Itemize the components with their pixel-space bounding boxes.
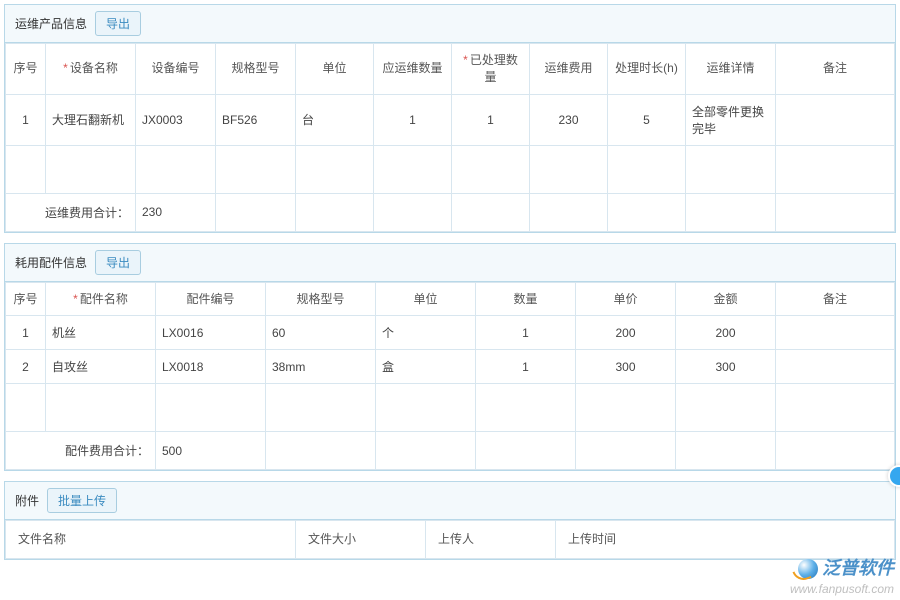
panel-title: 耗用配件信息: [15, 254, 87, 271]
cell-name: 机丝: [46, 316, 156, 350]
cell-remark: [776, 350, 895, 384]
col-unit: 单位: [296, 44, 374, 95]
cell-code: LX0018: [156, 350, 266, 384]
sum-row: 运维费用合计： 230: [6, 193, 895, 231]
table-row: 1 机丝 LX0016 60 个 1 200 200: [6, 316, 895, 350]
col-name: *设备名称: [46, 44, 136, 95]
cell-should: 1: [374, 94, 452, 145]
col-fee: 运维费用: [530, 44, 608, 95]
col-spec: 规格型号: [216, 44, 296, 95]
cell-qty: 1: [476, 350, 576, 384]
sum-value: 230: [136, 193, 216, 231]
cell-detail: 全部零件更换完毕: [686, 94, 776, 145]
bulk-upload-button[interactable]: 批量上传: [47, 488, 117, 513]
cell-remark: [776, 94, 895, 145]
parts-table: 序号 *配件名称 配件编号 规格型号 单位 数量 单价 金额 备注 1 机丝 L…: [5, 282, 895, 471]
col-spec: 规格型号: [266, 282, 376, 316]
col-amount: 金额: [676, 282, 776, 316]
cell-code: JX0003: [136, 94, 216, 145]
col-filename: 文件名称: [6, 521, 296, 559]
col-qty: 数量: [476, 282, 576, 316]
table-row: 1 大理石翻新机 JX0003 BF526 台 1 1 230 5 全部零件更换…: [6, 94, 895, 145]
panel-title: 运维产品信息: [15, 15, 87, 32]
col-code: 配件编号: [156, 282, 266, 316]
cell-name: 自攻丝: [46, 350, 156, 384]
col-code: 设备编号: [136, 44, 216, 95]
parts-panel: 耗用配件信息 导出 序号 *配件名称 配件编号 规格型号 单位 数量 单价 金额…: [4, 243, 896, 472]
panel-title: 附件: [15, 492, 39, 509]
attachment-table: 文件名称 文件大小 上传人 上传时间: [5, 520, 895, 559]
panel-header: 运维产品信息 导出: [5, 5, 895, 43]
col-price: 单价: [576, 282, 676, 316]
col-seq: 序号: [6, 44, 46, 95]
brand-url: www.fanpusoft.com: [790, 582, 894, 596]
maintenance-product-panel: 运维产品信息 导出 序号 *设备名称 设备编号 规格型号 单位 应运维数量 *已…: [4, 4, 896, 233]
sum-label: 配件费用合计：: [6, 432, 156, 470]
col-uploader: 上传人: [426, 521, 556, 559]
col-name: *配件名称: [46, 282, 156, 316]
maintenance-table: 序号 *设备名称 设备编号 规格型号 单位 应运维数量 *已处理数量 运维费用 …: [5, 43, 895, 232]
col-filesize: 文件大小: [296, 521, 426, 559]
sum-row: 配件费用合计： 500: [6, 432, 895, 470]
export-button[interactable]: 导出: [95, 250, 141, 275]
table-header-row: 文件名称 文件大小 上传人 上传时间: [6, 521, 895, 559]
col-hours: 处理时长(h): [608, 44, 686, 95]
col-seq: 序号: [6, 282, 46, 316]
spacer-row: [6, 145, 895, 193]
table-row: 2 自攻丝 LX0018 38mm 盒 1 300 300: [6, 350, 895, 384]
cell-name: 大理石翻新机: [46, 94, 136, 145]
cell-spec: 60: [266, 316, 376, 350]
cell-seq: 2: [6, 350, 46, 384]
cell-done: 1: [452, 94, 530, 145]
sum-label: 运维费用合计：: [6, 193, 136, 231]
cell-seq: 1: [6, 316, 46, 350]
cell-spec: BF526: [216, 94, 296, 145]
cell-amount: 300: [676, 350, 776, 384]
cell-amount: 200: [676, 316, 776, 350]
cell-price: 300: [576, 350, 676, 384]
col-should: 应运维数量: [374, 44, 452, 95]
cell-unit: 个: [376, 316, 476, 350]
col-done: *已处理数量: [452, 44, 530, 95]
cell-hours: 5: [608, 94, 686, 145]
attachment-panel: 附件 批量上传 文件名称 文件大小 上传人 上传时间: [4, 481, 896, 560]
brand-name: 泛普软件: [822, 558, 894, 578]
cell-qty: 1: [476, 316, 576, 350]
export-button[interactable]: 导出: [95, 11, 141, 36]
globe-icon: [798, 559, 818, 579]
table-header-row: 序号 *设备名称 设备编号 规格型号 单位 应运维数量 *已处理数量 运维费用 …: [6, 44, 895, 95]
cell-unit: 台: [296, 94, 374, 145]
cell-unit: 盒: [376, 350, 476, 384]
col-unit: 单位: [376, 282, 476, 316]
cell-price: 200: [576, 316, 676, 350]
table-header-row: 序号 *配件名称 配件编号 规格型号 单位 数量 单价 金额 备注: [6, 282, 895, 316]
cell-code: LX0016: [156, 316, 266, 350]
cell-spec: 38mm: [266, 350, 376, 384]
brand-logo: 泛普软件: [798, 554, 894, 580]
cell-fee: 230: [530, 94, 608, 145]
col-detail: 运维详情: [686, 44, 776, 95]
panel-header: 附件 批量上传: [5, 482, 895, 520]
col-remark: 备注: [776, 282, 895, 316]
sum-value: 500: [156, 432, 266, 470]
col-remark: 备注: [776, 44, 895, 95]
spacer-row: [6, 384, 895, 432]
panel-header: 耗用配件信息 导出: [5, 244, 895, 282]
cell-seq: 1: [6, 94, 46, 145]
cell-remark: [776, 316, 895, 350]
